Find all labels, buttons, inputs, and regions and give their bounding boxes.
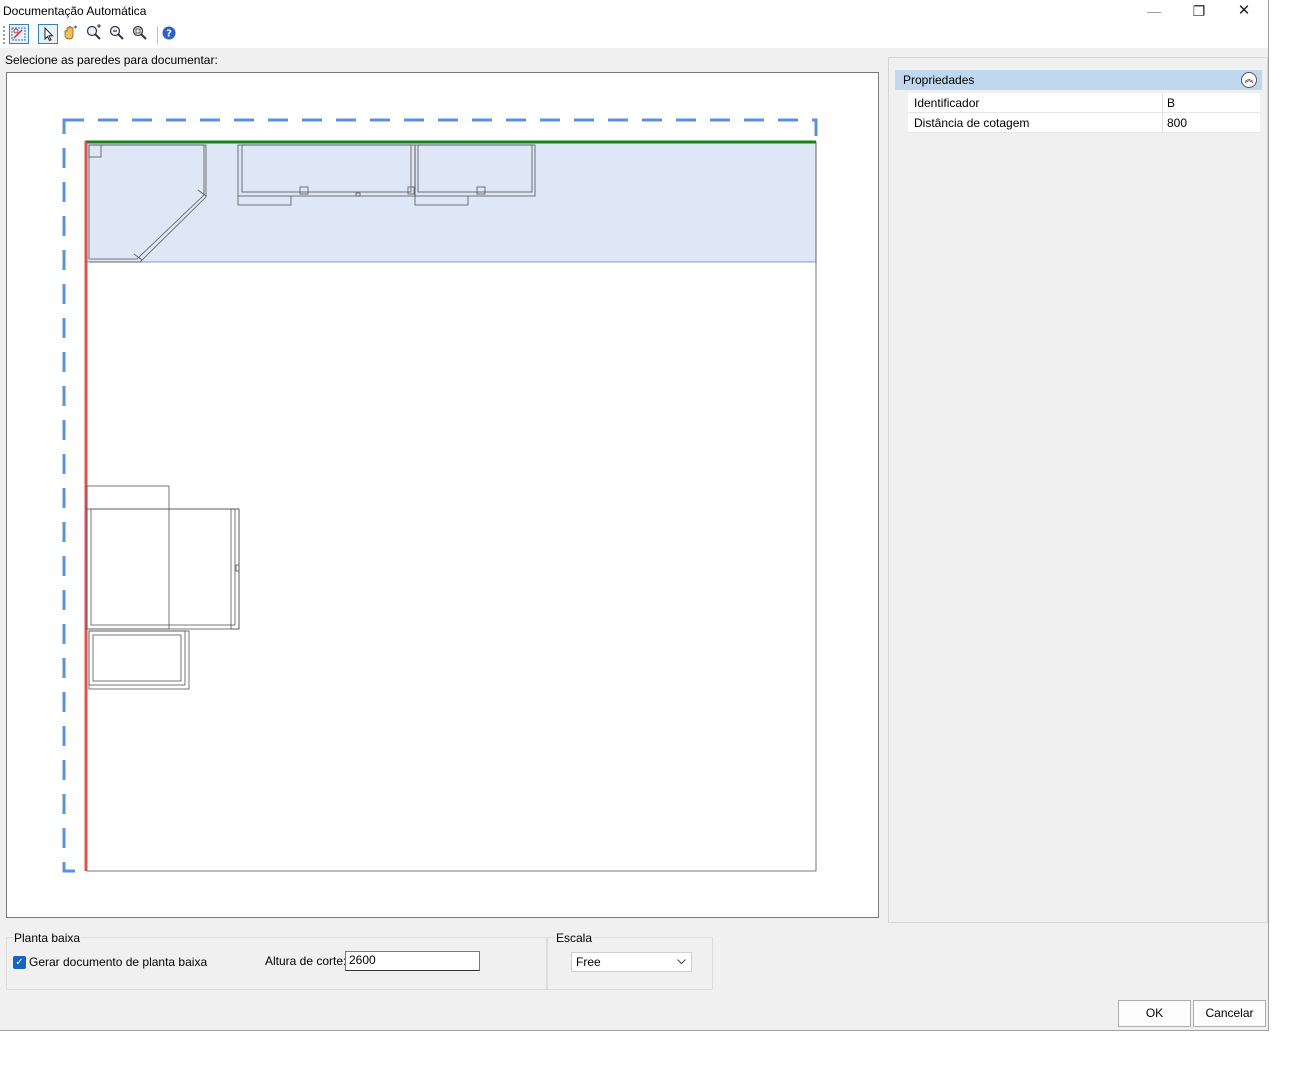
properties-title: Propriedades	[903, 73, 975, 87]
ok-button[interactable]: OK	[1118, 1000, 1191, 1027]
escala-select[interactable]: Free	[571, 952, 692, 972]
altura-corte-label: Altura de corte:	[265, 954, 347, 968]
zoom-out-icon	[109, 25, 124, 40]
side-cabinet-lower[interactable]	[88, 630, 190, 690]
planta-baixa-group: Planta baixa ✓ Gerar documento de planta…	[6, 931, 547, 990]
zoom-window-icon	[86, 24, 101, 40]
collapse-icon[interactable]: ︽	[1241, 72, 1257, 88]
floor-plan-canvas[interactable]	[6, 72, 879, 918]
restore-button[interactable]: ❐	[1177, 0, 1221, 22]
properties-header[interactable]: Propriedades ︽	[895, 70, 1262, 90]
toolbar-grip	[3, 26, 5, 44]
side-cabinet[interactable]	[86, 485, 240, 630]
pan-hand-icon	[64, 25, 77, 40]
escala-selected-value: Free	[576, 955, 601, 969]
help-button[interactable]: ?	[160, 24, 180, 44]
chevron-down-icon	[677, 959, 686, 965]
minimize-button[interactable]: —	[1132, 0, 1176, 22]
escala-group: Escala Free	[547, 931, 713, 990]
window-title: Documentação Automática	[3, 4, 147, 18]
select-walls-button[interactable]	[9, 24, 29, 44]
toolbar-separator	[157, 26, 158, 44]
close-button[interactable]: ✕	[1222, 0, 1266, 22]
select-walls-icon	[11, 27, 26, 41]
floor-plan-drawing[interactable]	[7, 73, 878, 917]
property-row-distancia-cotagem[interactable]: Distância de cotagem 800	[908, 113, 1260, 133]
svg-text:?: ?	[166, 29, 172, 40]
property-row-identificador[interactable]: Identificador B	[908, 93, 1260, 113]
cancel-button[interactable]: Cancelar	[1193, 1000, 1266, 1027]
property-value[interactable]: B	[1162, 93, 1260, 112]
dialog-window: Documentação Automática — ❐ ✕ ? Selecion…	[0, 0, 1269, 1031]
zoom-extents-button[interactable]	[131, 24, 151, 44]
help-icon: ?	[162, 26, 176, 40]
planta-baixa-legend: Planta baixa	[13, 931, 82, 945]
property-value[interactable]: 800	[1162, 113, 1260, 132]
properties-panel: Propriedades ︽ Identificador B Distância…	[888, 57, 1268, 923]
generate-plan-checkbox[interactable]: ✓	[13, 956, 26, 969]
toolbar: ?	[0, 22, 1268, 48]
pan-button[interactable]	[61, 24, 81, 44]
property-label: Identificador	[914, 96, 980, 110]
zoom-out-button[interactable]	[108, 24, 128, 44]
generate-plan-label: Gerar documento de planta baixa	[29, 955, 208, 969]
zoom-window-button[interactable]	[85, 24, 105, 44]
altura-corte-input[interactable]: 2600	[345, 951, 480, 971]
property-label: Distância de cotagem	[914, 116, 1030, 130]
title-bar: Documentação Automática — ❐ ✕	[0, 0, 1268, 22]
zoom-extents-icon	[132, 25, 147, 40]
escala-legend: Escala	[555, 931, 594, 945]
selection-prompt: Selecione as paredes para documentar:	[5, 53, 218, 67]
pointer-button[interactable]	[38, 24, 58, 44]
pointer-icon	[44, 26, 54, 42]
